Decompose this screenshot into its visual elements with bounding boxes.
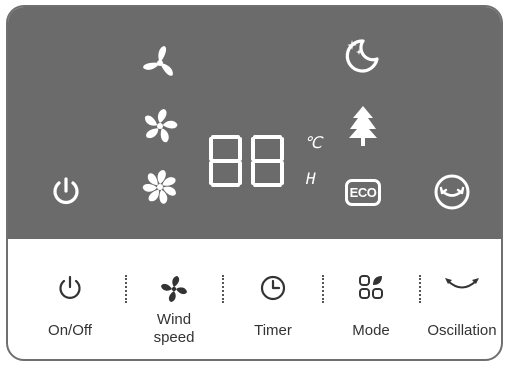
- separator: [222, 275, 224, 303]
- power-icon: [59, 275, 81, 299]
- fan-icon: [161, 276, 187, 302]
- button-row: On/Off Wind speed Timer Mode Oscillation: [8, 239, 501, 359]
- mode-label: Mode: [352, 322, 390, 339]
- on-off-button[interactable]: On/Off: [25, 239, 115, 359]
- mode-icon: [359, 275, 383, 299]
- clock-icon: [260, 275, 286, 301]
- fan-high-icon: [142, 170, 176, 204]
- wind-speed-label: Wind speed: [153, 311, 195, 346]
- control-panel: ℃ H ECO On/Off Wind speed Timer Mode Osc…: [6, 5, 503, 361]
- fan-low-icon: [143, 46, 173, 76]
- on-off-label: On/Off: [48, 322, 92, 339]
- eco-label: ECO: [349, 185, 377, 200]
- oscillation-indicator-icon: [434, 174, 470, 210]
- timer-button[interactable]: Timer: [228, 239, 318, 359]
- sleep-moon-icon: [345, 39, 379, 73]
- natural-wind-tree-icon: [349, 106, 377, 146]
- oscillation-label: Oscillation: [427, 322, 497, 339]
- celsius-unit: ℃: [304, 133, 322, 152]
- digit-display: [209, 135, 284, 187]
- separator: [322, 275, 324, 303]
- mode-button[interactable]: Mode: [326, 239, 416, 359]
- timer-label: Timer: [254, 322, 292, 339]
- fan-medium-icon: [145, 109, 178, 143]
- wind-speed-button[interactable]: Wind speed: [129, 239, 219, 359]
- eco-badge: ECO: [345, 179, 381, 206]
- hour-unit: H: [306, 169, 316, 188]
- power-indicator-icon: [53, 177, 79, 205]
- display-screen: ℃ H ECO: [8, 7, 501, 239]
- separator: [419, 275, 421, 303]
- oscillation-arrows-icon: [445, 278, 479, 289]
- oscillation-button[interactable]: Oscillation: [422, 239, 501, 359]
- separator: [125, 275, 127, 303]
